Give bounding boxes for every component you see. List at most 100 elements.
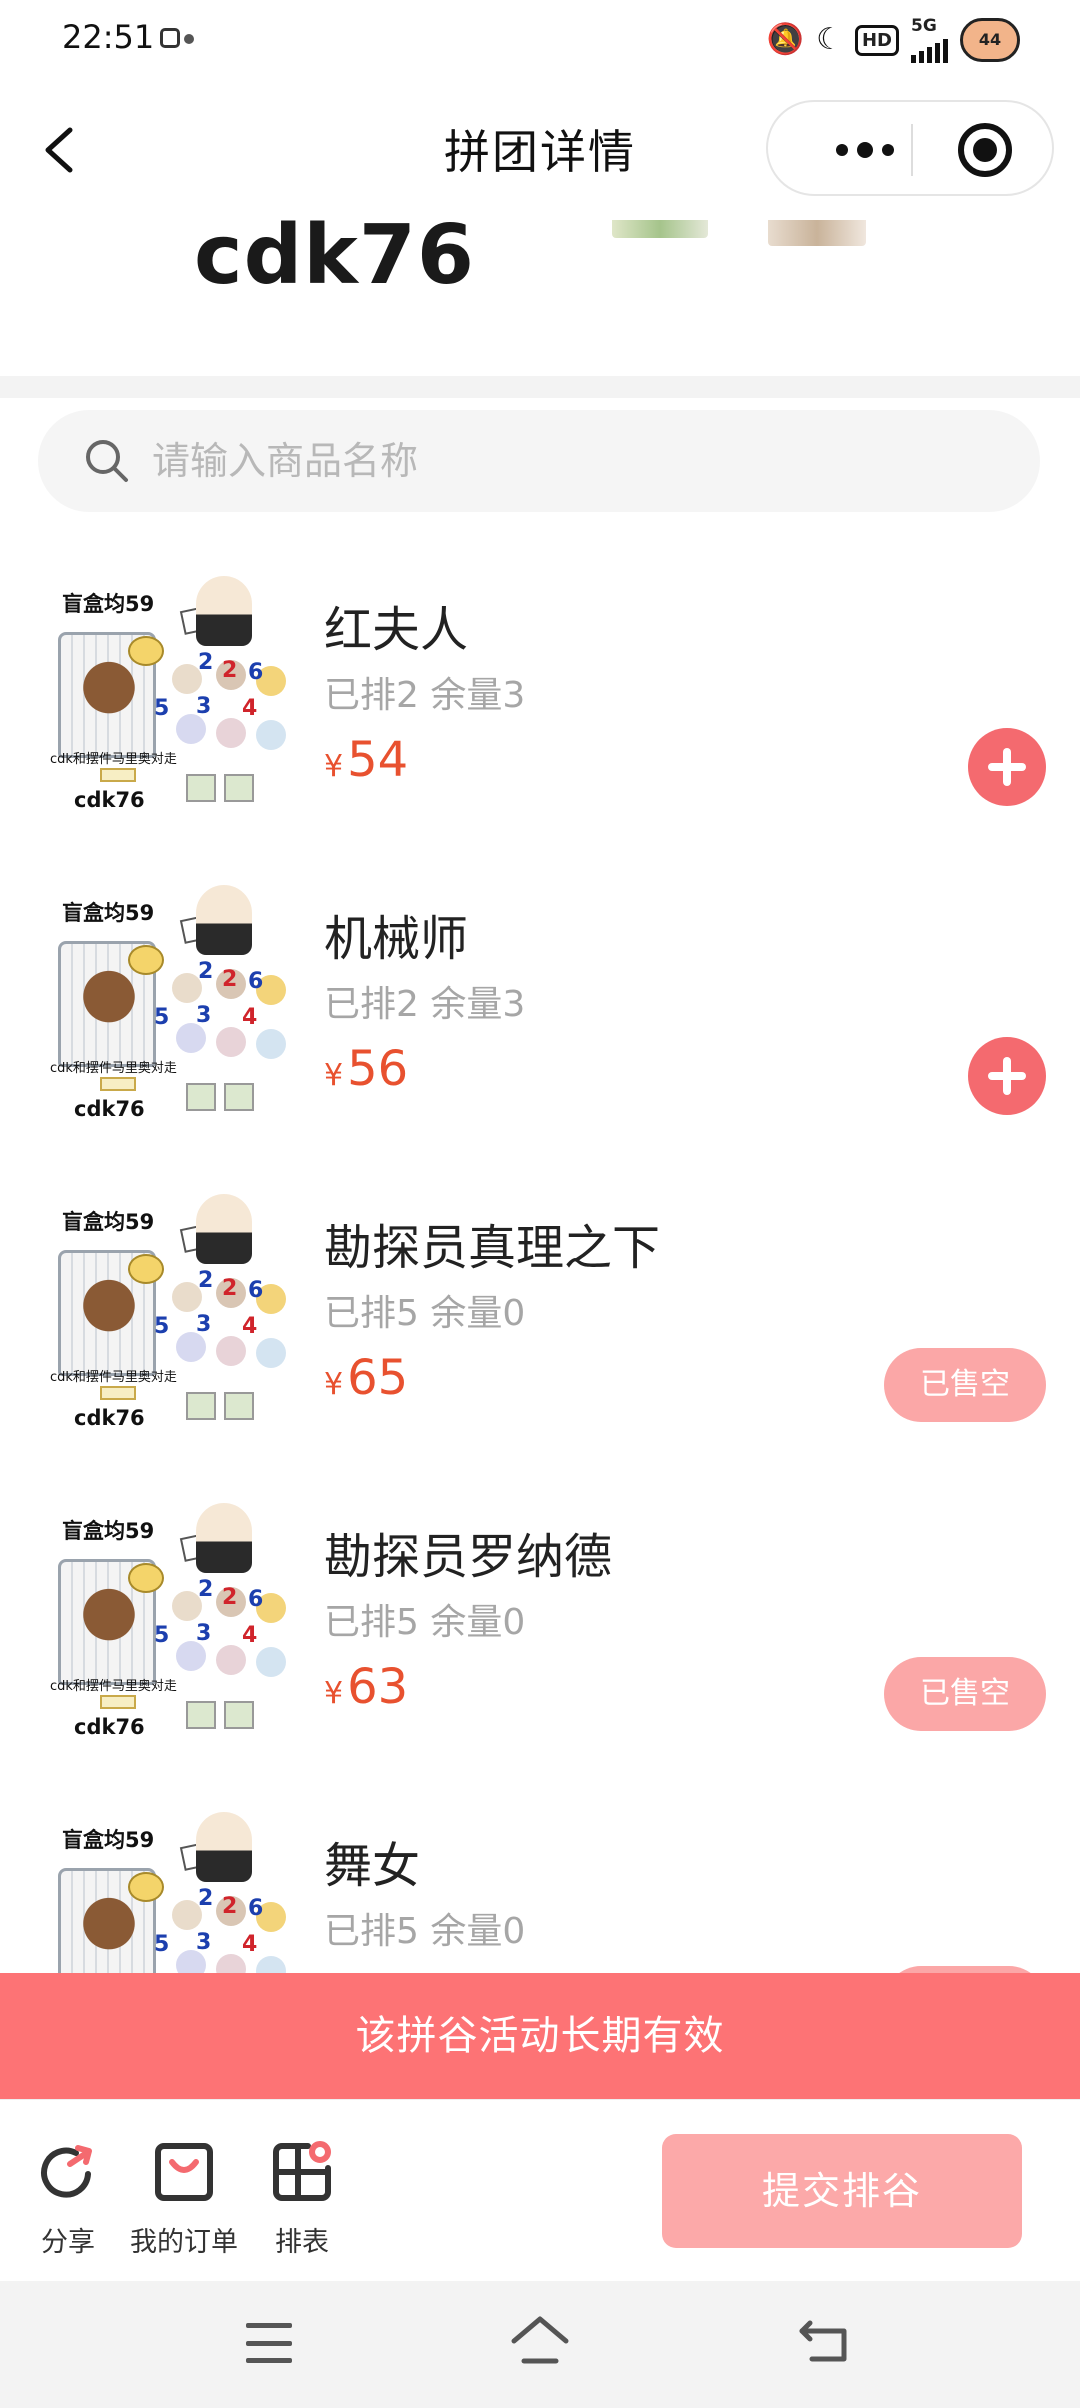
limited-badge-icon <box>128 1872 164 1902</box>
figure-grid: 2 2 6 5 3 4 <box>154 1268 290 1380</box>
doll-illustration <box>196 1503 252 1573</box>
product-stock: 已排2 余量3 <box>324 675 526 716</box>
product-item: 盲盒均59 cdk和摆件马里奥对走 2 2 6 5 3 4 <box>0 560 1080 869</box>
search-input[interactable] <box>152 432 972 490</box>
figure-grid: 2 2 6 5 3 4 <box>154 1886 290 1973</box>
ranking-button[interactable]: 排表 <box>242 2140 362 2259</box>
section-divider <box>0 376 1080 398</box>
system-back-icon[interactable] <box>796 2315 852 2367</box>
sold-out-button[interactable]: 已售空 <box>884 1657 1046 1731</box>
sold-out-button[interactable]: 已售空 <box>884 1966 1046 1973</box>
my-orders-button[interactable]: 我的订单 <box>124 2140 244 2259</box>
home-icon[interactable] <box>508 2311 572 2371</box>
doll-illustration <box>196 885 252 955</box>
submit-order-button[interactable]: 提交排谷 <box>662 2134 1022 2248</box>
product-image-shop: cdk76 <box>74 1715 145 1739</box>
price-value: 54 <box>347 732 409 788</box>
share-button[interactable]: 分享 <box>8 2140 128 2259</box>
share-label: 分享 <box>41 2227 95 2258</box>
shop-name: cdk76 <box>194 208 475 303</box>
product-item: 盲盒均59 cdk和摆件马里奥对走 2 2 6 5 3 4 <box>0 1487 1080 1796</box>
search-bar <box>38 410 1040 512</box>
figure-illustration <box>74 1894 144 1968</box>
notification-dot-icon <box>184 34 194 44</box>
doll-illustration <box>196 1194 252 1264</box>
signal-icon: 5G <box>911 15 948 63</box>
figure-number: 3 <box>196 1930 212 1955</box>
bottom-toolbar: 分享 我的订单 排表 提交排谷 <box>0 2099 1080 2281</box>
product-image: 盲盒均59 cdk和摆件马里奥对走 2 2 6 5 3 4 <box>40 574 290 824</box>
system-nav-bar <box>0 2281 1080 2408</box>
figure-number: 2 <box>198 959 214 984</box>
product-name: 红夫人 <box>324 602 469 658</box>
figure-number: 4 <box>242 1314 258 1339</box>
ranking-icon <box>273 2141 331 2201</box>
figure-number: 5 <box>154 1932 170 1957</box>
product-price: ¥56 <box>324 1041 408 1097</box>
menu-icon[interactable] <box>246 2323 292 2363</box>
product-image-label: 盲盒均59 <box>62 1519 155 1543</box>
figure-number: 4 <box>242 1005 258 1030</box>
product-image: 盲盒均59 cdk和摆件马里奥对走 2 2 6 5 3 4 <box>40 1810 290 1973</box>
figure-number: 6 <box>248 969 264 994</box>
mute-bell-icon: 🔕 <box>766 22 805 57</box>
product-image-caption: cdk和摆件马里奥对走 <box>50 1061 177 1076</box>
network-label: 5G <box>911 15 937 36</box>
sold-out-button[interactable]: 已售空 <box>884 1348 1046 1422</box>
product-name: 机械师 <box>324 911 469 967</box>
limited-badge-icon <box>128 1563 164 1593</box>
add-to-cart-button[interactable] <box>968 1037 1046 1115</box>
figure-number: 5 <box>154 1005 170 1030</box>
figure-number: 2 <box>222 1276 238 1301</box>
product-item: 盲盒均59 cdk和摆件马里奥对走 2 2 6 5 3 4 <box>0 1178 1080 1487</box>
price-value: 56 <box>347 1041 409 1097</box>
figure-number: 2 <box>198 1886 214 1911</box>
figure-number: 2 <box>222 1894 238 1919</box>
limited-badge-icon <box>128 636 164 666</box>
product-image: 盲盒均59 cdk和摆件马里奥对走 2 2 6 5 3 4 <box>40 1192 290 1442</box>
product-image-shop: cdk76 <box>74 1406 145 1430</box>
figure-number: 6 <box>248 660 264 685</box>
price-currency: ¥ <box>324 1676 344 1711</box>
figure-number: 2 <box>222 967 238 992</box>
figure-illustration <box>74 658 144 732</box>
capsule-divider <box>911 124 913 176</box>
product-name: 舞女 <box>324 1838 421 1894</box>
product-image-caption: cdk和摆件马里奥对走 <box>50 1679 177 1694</box>
card-illustration <box>186 1701 256 1729</box>
product-image-shop: cdk76 <box>74 788 145 812</box>
figure-grid: 2 2 6 5 3 4 <box>154 959 290 1071</box>
price-currency: ¥ <box>324 1367 344 1402</box>
product-name: 勘探员真理之下 <box>324 1220 661 1276</box>
more-icon <box>836 144 848 156</box>
figure-number: 5 <box>154 1314 170 1339</box>
ranking-label: 排表 <box>275 2227 329 2258</box>
card-illustration <box>186 1392 256 1420</box>
product-name: 勘探员罗纳德 <box>324 1529 613 1585</box>
limited-badge-icon <box>128 945 164 975</box>
moon-icon: ☾ <box>816 22 843 57</box>
card-illustration <box>186 1083 256 1111</box>
battery-level: 44 <box>978 30 1002 49</box>
battery-cat-icon: 44 <box>960 18 1020 62</box>
limited-badge-icon <box>128 1254 164 1284</box>
more-button[interactable] <box>810 126 920 174</box>
product-image-label: 盲盒均59 <box>62 592 155 616</box>
figure-grid: 2 2 6 5 3 4 <box>154 1577 290 1689</box>
figure-number: 3 <box>196 1003 212 1028</box>
add-to-cart-button[interactable] <box>968 728 1046 806</box>
product-price: ¥54 <box>324 732 408 788</box>
doll-illustration <box>196 576 252 646</box>
figure-number: 5 <box>154 1623 170 1648</box>
app-notification-icon <box>160 28 180 48</box>
figure-grid: 2 2 6 5 3 4 <box>154 650 290 762</box>
figure-number: 6 <box>248 1896 264 1921</box>
target-icon[interactable] <box>958 123 1012 177</box>
product-image-caption: cdk和摆件马里奥对走 <box>50 1370 177 1385</box>
group-header: cdk76 <box>0 200 1080 376</box>
figure-number: 2 <box>198 1577 214 1602</box>
search-icon <box>86 440 128 482</box>
product-stock: 已排5 余量0 <box>324 1602 526 1643</box>
figure-number: 4 <box>242 1623 258 1648</box>
figure-number: 2 <box>198 650 214 675</box>
